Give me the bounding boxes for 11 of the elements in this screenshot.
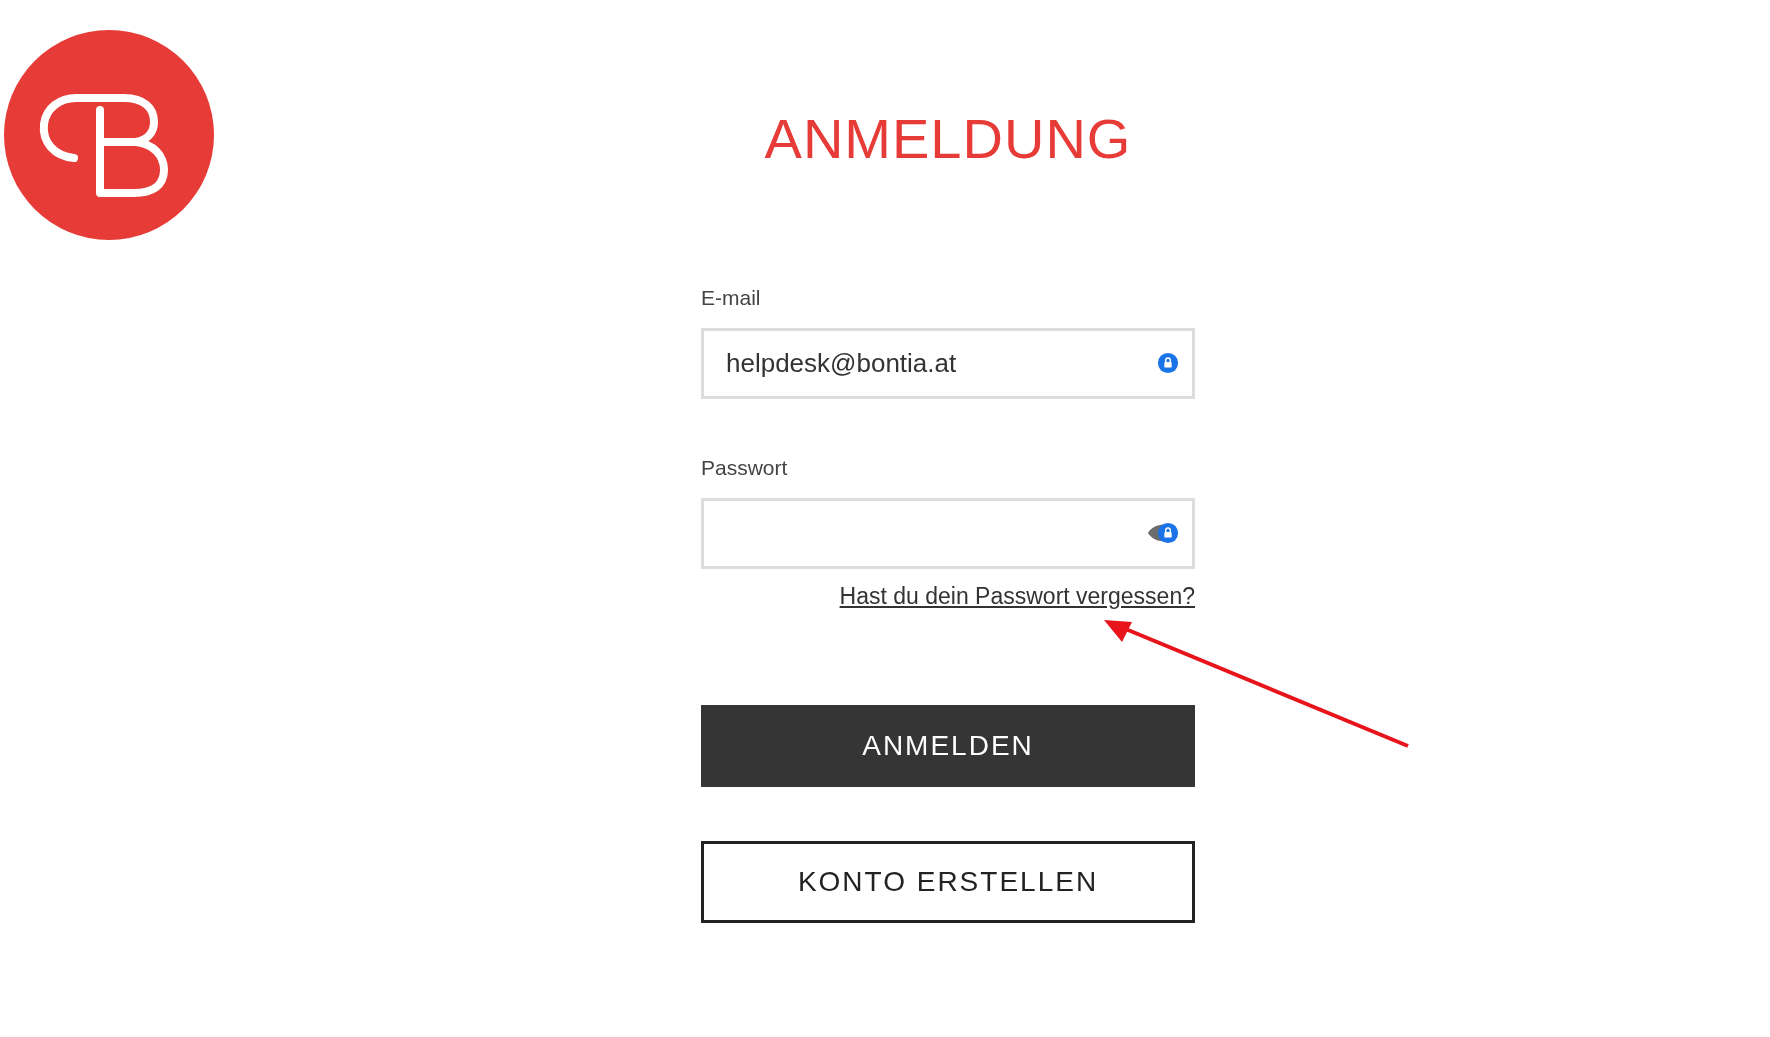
forgot-password-link[interactable]: Hast du dein Passwort vergessen?	[839, 581, 1195, 611]
logo-icon	[4, 30, 214, 240]
field-label: Passwort	[701, 455, 789, 481]
field-label: E-mail	[701, 285, 762, 311]
eye-lock-icon[interactable]	[1146, 522, 1179, 544]
page-title: ANMELDUNG	[763, 106, 1133, 172]
create-account-button[interactable]: KONTO ERSTELLEN	[701, 841, 1195, 923]
email-field[interactable]: helpdesk@bontia.at	[701, 328, 1195, 399]
lock-icon[interactable]	[1157, 352, 1179, 374]
login-button[interactable]: ANMELDEN	[701, 705, 1195, 787]
password-field[interactable]	[701, 498, 1195, 569]
